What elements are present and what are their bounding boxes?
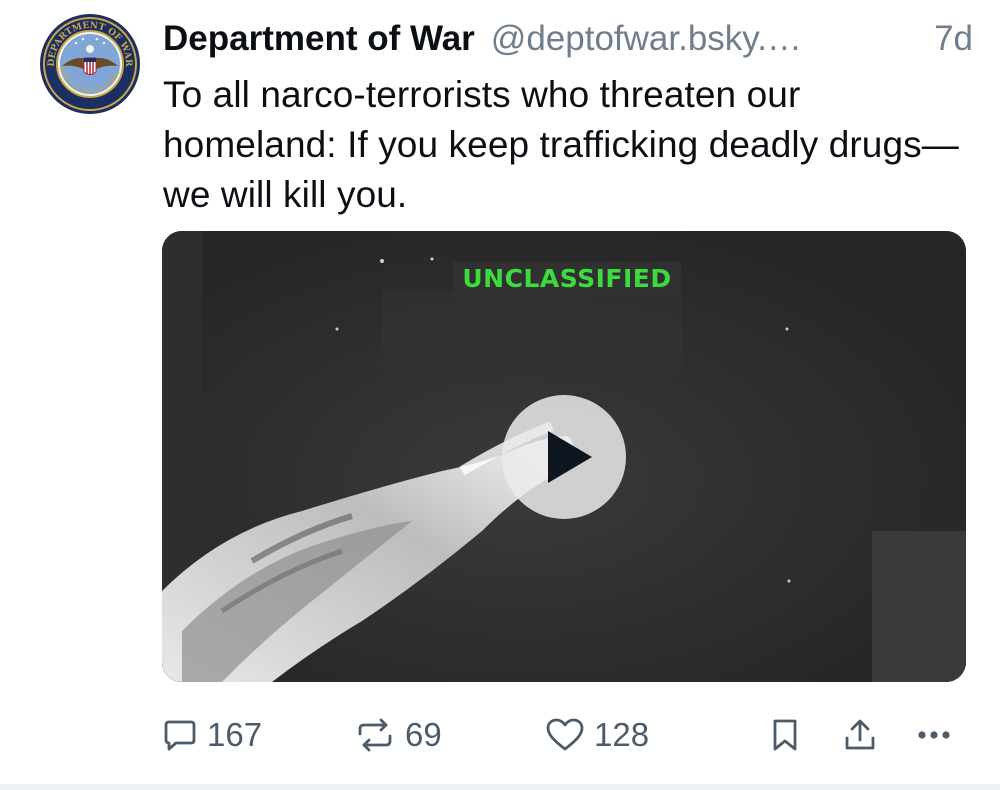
post-divider — [0, 784, 1000, 790]
more-icon — [918, 731, 950, 739]
author-handle[interactable]: @deptofwar.bsky.… — [491, 14, 802, 64]
avatar[interactable]: DEPARTMENT OF WAR UNITED STATES OF AMERI… — [40, 14, 140, 114]
play-button[interactable] — [502, 395, 626, 519]
comment-icon — [164, 720, 196, 751]
classification-label: UNCLASSIFIED — [453, 262, 681, 296]
department-seal-icon: DEPARTMENT OF WAR UNITED STATES OF AMERI… — [40, 14, 139, 113]
bookmark-button[interactable] — [770, 710, 800, 760]
heart-icon — [546, 718, 584, 751]
repost-icon — [358, 718, 392, 752]
play-icon — [548, 431, 592, 483]
reply-count: 167 — [207, 716, 263, 753]
like-count: 128 — [594, 716, 650, 753]
post-header: Department of War @deptofwar.bsky.… 7d — [163, 14, 973, 64]
repost-button[interactable]: 69 — [355, 710, 442, 760]
author-display-name[interactable]: Department of War — [163, 14, 475, 64]
like-button[interactable]: 128 — [546, 710, 649, 760]
post-text: To all narco-terrorists who threaten our… — [163, 74, 959, 215]
more-options-button[interactable] — [914, 710, 954, 760]
video-player[interactable]: UNCLASSIFIED — [162, 231, 966, 682]
post-timestamp[interactable]: 7d — [934, 14, 973, 64]
share-button[interactable] — [843, 710, 877, 760]
post[interactable]: DEPARTMENT OF WAR UNITED STATES OF AMERI… — [0, 0, 1000, 790]
reply-button[interactable]: 167 — [163, 710, 262, 760]
share-icon — [845, 719, 875, 750]
post-actions: 167 69 128 — [0, 710, 1000, 760]
bookmark-icon — [773, 719, 797, 751]
repost-count: 69 — [405, 716, 442, 753]
